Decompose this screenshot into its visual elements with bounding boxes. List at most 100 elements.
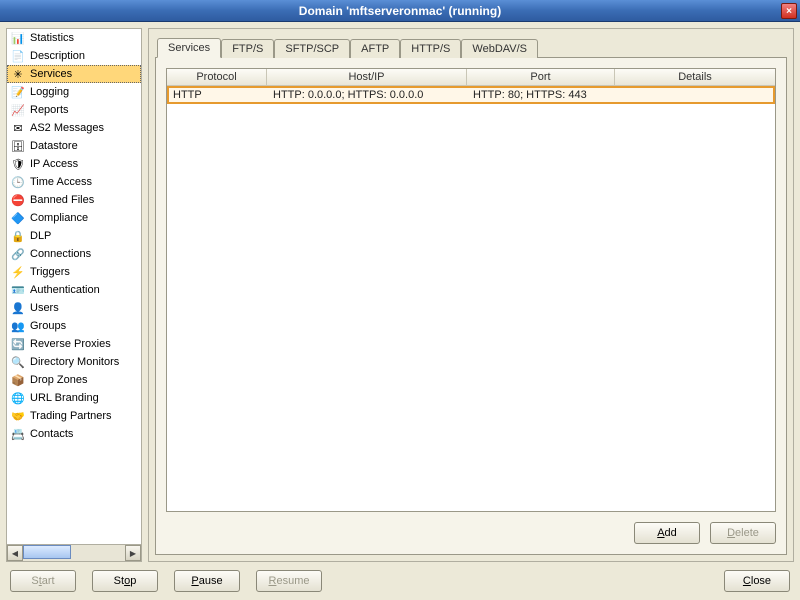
sidebar-item-directory-monitors[interactable]: 🔍 Directory Monitors [7, 353, 141, 371]
sidebar-list: 📊 Statistics 📄Description✳ Services 📝 Logging… [7, 29, 141, 545]
description-icon: 📄 [10, 48, 26, 64]
sidebar-item-triggers[interactable]: ⚡Triggers [7, 263, 141, 281]
sidebar-item-compliance[interactable]: 🔷 Compliance [7, 209, 141, 227]
sidebar-item-ip-access[interactable]: 🛡 IP Access [7, 155, 141, 173]
services-table: Protocol Host/IP Port Details HTTPHTTP: … [166, 68, 776, 512]
scroll-thumb[interactable] [23, 545, 71, 559]
sidebar-item-label: DLP [30, 230, 51, 242]
sidebar-item-as2-messages[interactable]: ✉AS2 Messages [7, 119, 141, 137]
groups-icon: 👥 [10, 318, 26, 334]
sidebar-item-label: Trading Partners [30, 410, 112, 422]
sidebar-item-label: Services [30, 68, 72, 80]
cell-protocol: HTTP [169, 89, 269, 101]
datastore-icon: 🗄 [10, 138, 26, 154]
col-host[interactable]: Host/IP [267, 69, 467, 85]
delete-button[interactable]: Delete [710, 522, 776, 544]
sidebar-item-services[interactable]: ✳ Services [7, 65, 141, 83]
sidebar-item-label: Groups [30, 320, 66, 332]
sidebar-item-label: IP Access [30, 158, 78, 170]
sidebar-item-label: URL Branding [30, 392, 99, 404]
sidebar-item-label: Reports [30, 104, 69, 116]
col-protocol[interactable]: Protocol [167, 69, 267, 85]
sidebar-item-reports[interactable]: 📈Reports [7, 101, 141, 119]
window-close-button[interactable]: × [781, 3, 797, 19]
tab-webdav-s[interactable]: WebDAV/S [461, 39, 538, 58]
contacts-icon: 📇 [10, 426, 26, 442]
main-area: 📊 Statistics 📄Description✳ Services 📝 Logging… [6, 28, 794, 562]
start-button[interactable]: Start [10, 570, 76, 592]
drop-zones-icon: 📦 [10, 372, 26, 388]
client-area: 📊 Statistics 📄Description✳ Services 📝 Logging… [0, 22, 800, 600]
sidebar-item-label: Authentication [30, 284, 100, 296]
sidebar-item-label: Logging [30, 86, 69, 98]
compliance-icon: 🔷 [10, 210, 26, 226]
bottom-bar: Start Stop Pause Resume Close [6, 562, 794, 594]
content-panel: ServicesFTP/SSFTP/SCPAFTPHTTP/SWebDAV/S … [148, 28, 794, 562]
tab-panel-services: Protocol Host/IP Port Details HTTPHTTP: … [155, 57, 787, 555]
tabstrip: ServicesFTP/SSFTP/SCPAFTPHTTP/SWebDAV/S [155, 35, 787, 57]
stop-button[interactable]: Stop [92, 570, 158, 592]
sidebar-item-url-branding[interactable]: 🌐 URL Branding [7, 389, 141, 407]
sidebar-h-scrollbar[interactable]: ◀ ▶ [7, 545, 141, 561]
reverse-proxies-icon: 🔄 [10, 336, 26, 352]
sidebar-item-drop-zones[interactable]: 📦 Drop Zones [7, 371, 141, 389]
add-label: dd [665, 527, 677, 539]
sidebar-item-statistics[interactable]: 📊 Statistics [7, 29, 141, 47]
directory-monitors-icon: 🔍 [10, 354, 26, 370]
cell-host: HTTP: 0.0.0.0; HTTPS: 0.0.0.0 [269, 89, 469, 101]
tab-ftp-s[interactable]: FTP/S [221, 39, 274, 58]
users-icon: 👤 [10, 300, 26, 316]
authentication-icon: 🪪 [10, 282, 26, 298]
statistics-icon: 📊 [10, 30, 26, 46]
add-button[interactable]: Add [634, 522, 700, 544]
tab-aftp[interactable]: AFTP [350, 39, 400, 58]
table-body: HTTPHTTP: 0.0.0.0; HTTPS: 0.0.0.0HTTP: 8… [167, 86, 775, 511]
sidebar-item-label: Statistics [30, 32, 74, 44]
sidebar-item-reverse-proxies[interactable]: 🔄 Reverse Proxies [7, 335, 141, 353]
table-row[interactable]: HTTPHTTP: 0.0.0.0; HTTPS: 0.0.0.0HTTP: 8… [167, 86, 775, 104]
sidebar-item-label: Datastore [30, 140, 78, 152]
close-button[interactable]: Close [724, 570, 790, 592]
sidebar-item-authentication[interactable]: 🪪 Authentication [7, 281, 141, 299]
resume-button[interactable]: Resume [256, 570, 322, 592]
sidebar-item-description[interactable]: 📄Description [7, 47, 141, 65]
sidebar-item-datastore[interactable]: 🗄 Datastore [7, 137, 141, 155]
sidebar-item-label: Reverse Proxies [30, 338, 111, 350]
url-branding-icon: 🌐 [10, 390, 26, 406]
sidebar-item-trading-partners[interactable]: 🤝Trading Partners [7, 407, 141, 425]
sidebar-item-time-access[interactable]: 🕒Time Access [7, 173, 141, 191]
pause-button[interactable]: Pause [174, 570, 240, 592]
connections-icon: 🔗 [10, 246, 26, 262]
col-details[interactable]: Details [615, 69, 775, 85]
sidebar-item-contacts[interactable]: 📇 Contacts [7, 425, 141, 443]
sidebar-item-label: Banned Files [30, 194, 94, 206]
sidebar-item-dlp[interactable]: 🔒 DLP [7, 227, 141, 245]
close-icon: × [786, 6, 792, 17]
services-icon: ✳ [10, 66, 26, 82]
sidebar-item-label: Contacts [30, 428, 73, 440]
sidebar-item-groups[interactable]: 👥 Groups [7, 317, 141, 335]
sidebar-item-logging[interactable]: 📝 Logging [7, 83, 141, 101]
sidebar-item-banned-files[interactable]: ⛔Banned Files [7, 191, 141, 209]
logging-icon: 📝 [10, 84, 26, 100]
delete-label: elete [735, 527, 759, 539]
title-bar: Domain 'mftserveronmac' (running) × [0, 0, 800, 22]
window-title: Domain 'mftserveronmac' (running) [299, 4, 501, 18]
tab-sftp-scp[interactable]: SFTP/SCP [274, 39, 350, 58]
scroll-track[interactable] [23, 545, 125, 561]
as2-messages-icon: ✉ [10, 120, 26, 136]
tab-services[interactable]: Services [157, 38, 221, 58]
sidebar-item-label: Connections [30, 248, 91, 260]
scroll-right-icon[interactable]: ▶ [125, 545, 141, 561]
col-port[interactable]: Port [467, 69, 615, 85]
sidebar-item-connections[interactable]: 🔗 Connections [7, 245, 141, 263]
sidebar-item-users[interactable]: 👤Users [7, 299, 141, 317]
sidebar-item-label: Compliance [30, 212, 88, 224]
sidebar-item-label: Triggers [30, 266, 70, 278]
dlp-icon: 🔒 [10, 228, 26, 244]
sidebar-item-label: Directory Monitors [30, 356, 119, 368]
scroll-left-icon[interactable]: ◀ [7, 545, 23, 561]
sidebar-item-label: Drop Zones [30, 374, 87, 386]
ip-access-icon: 🛡 [10, 156, 26, 172]
tab-http-s[interactable]: HTTP/S [400, 39, 461, 58]
